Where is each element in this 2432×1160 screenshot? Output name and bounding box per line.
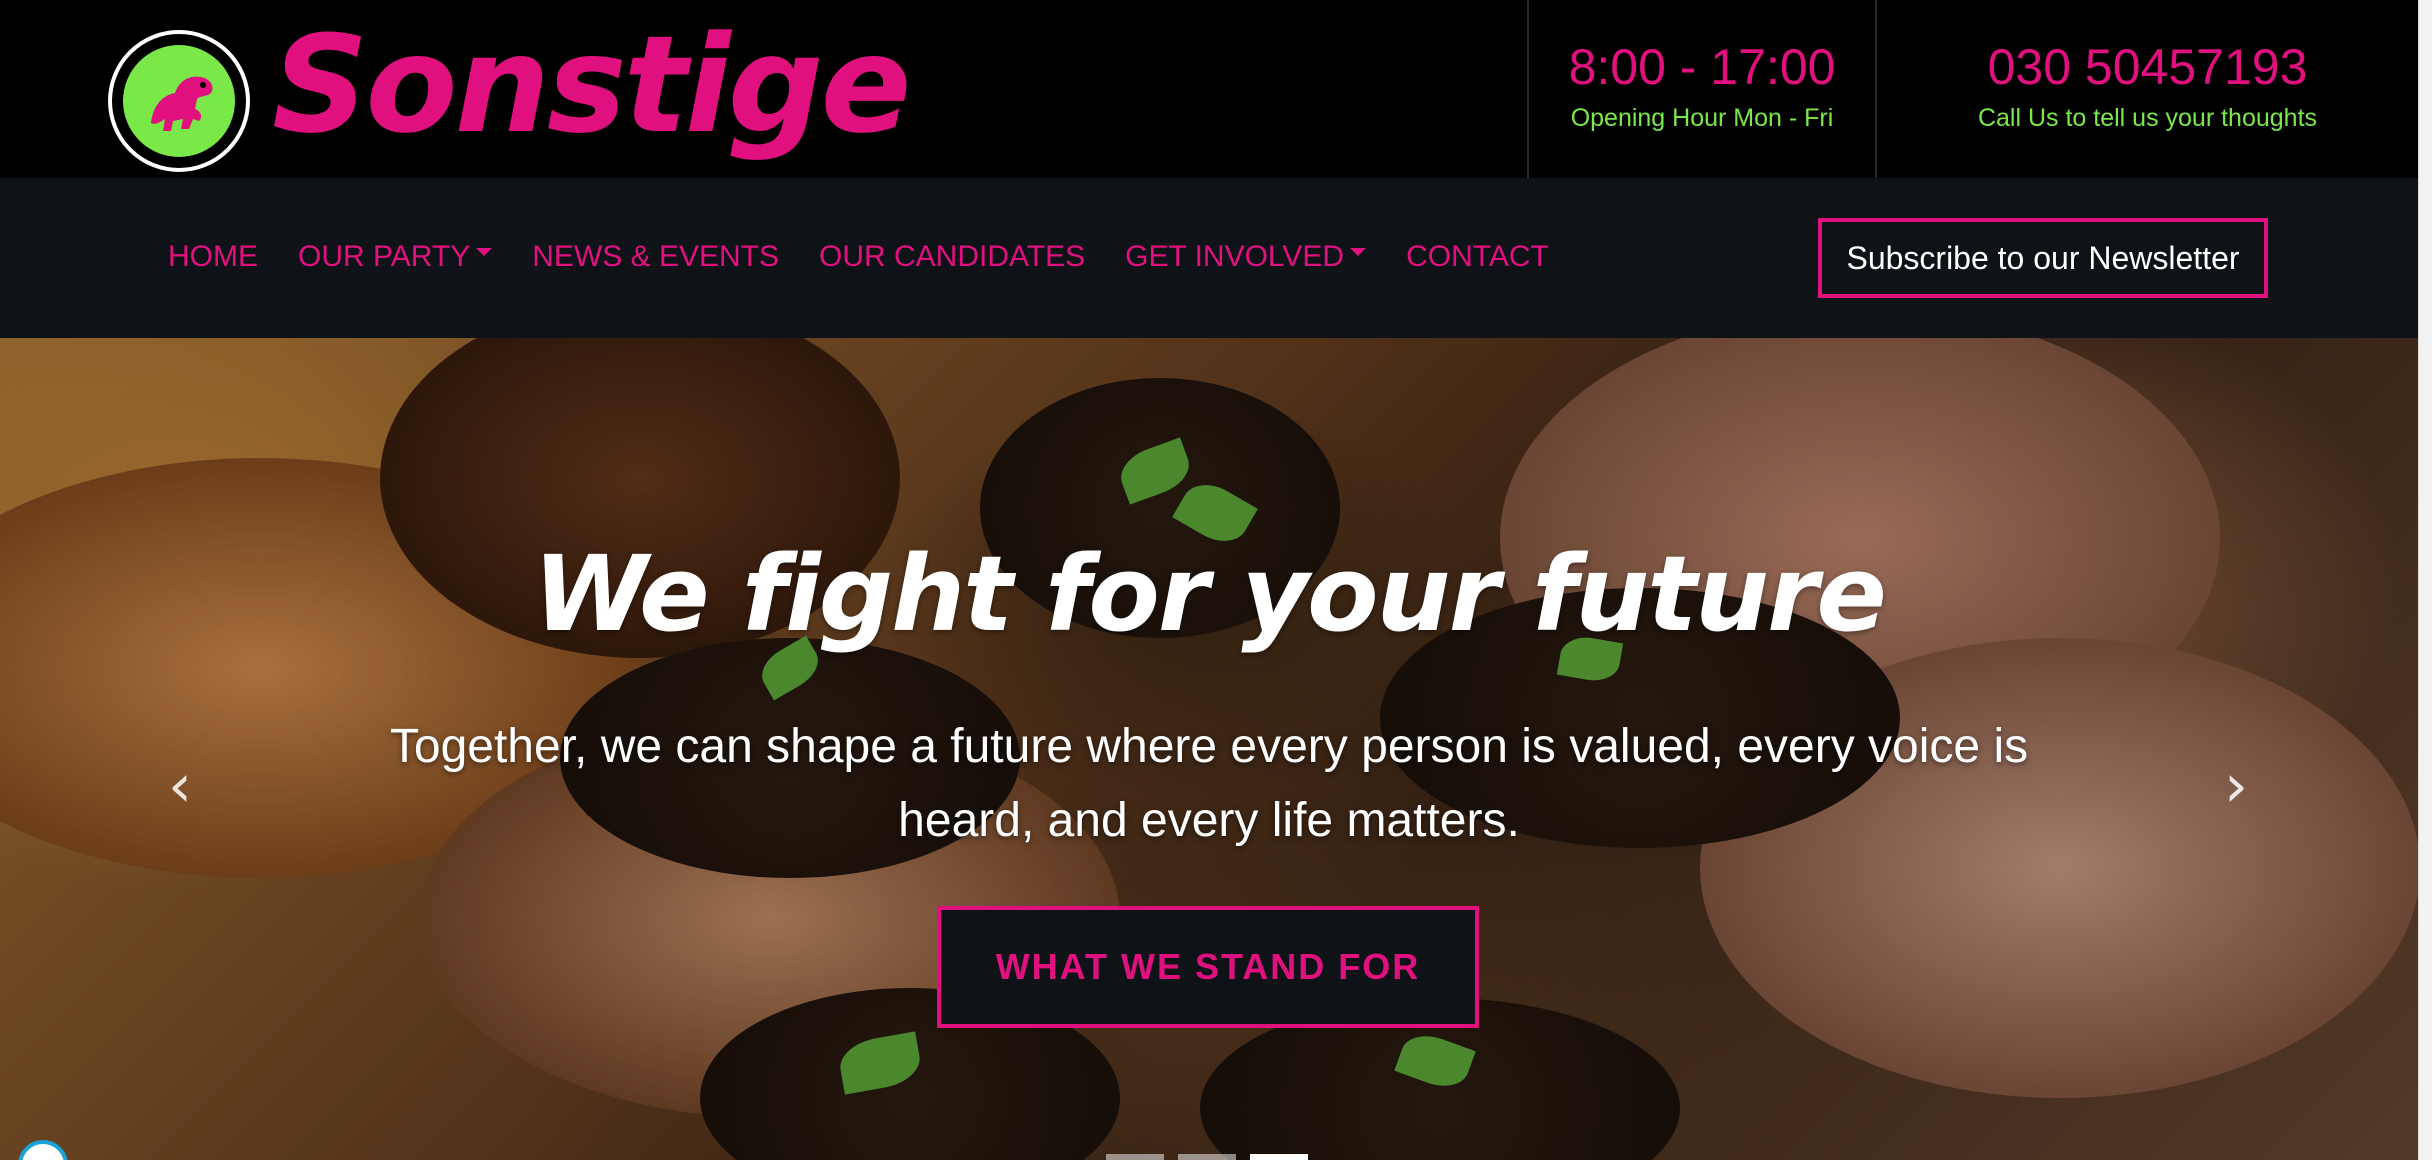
subscribe-newsletter-button[interactable]: Subscribe to our Newsletter bbox=[1818, 218, 2268, 298]
nav-item-label: OUR CANDIDATES bbox=[818, 240, 1086, 273]
top-header: Sonstige 8:00 - 17:00 Opening Hour Mon -… bbox=[0, 0, 2418, 178]
phone-number[interactable]: 030 50457193 bbox=[1877, 38, 2418, 96]
brand-name[interactable]: Sonstige bbox=[272, 18, 912, 152]
opening-hours: 8:00 - 17:00 Opening Hour Mon - Fri bbox=[1527, 0, 1875, 178]
carousel-indicators bbox=[1106, 1154, 1322, 1160]
nav-item-home[interactable]: HOME bbox=[168, 240, 258, 274]
phone-caption: Call Us to tell us your thoughts bbox=[1977, 104, 2318, 132]
nav-item-news-events[interactable]: NEWS & EVENTS bbox=[532, 240, 779, 274]
nav-item-contact[interactable]: CONTACT bbox=[1406, 240, 1549, 274]
hero-carousel: We fight for your future Together, we ca… bbox=[0, 338, 2418, 1160]
hero-title: We fight for your future bbox=[533, 533, 1887, 655]
opening-hours-value: 8:00 - 17:00 bbox=[1568, 39, 1836, 95]
page-scrollbar[interactable] bbox=[2418, 0, 2432, 1160]
chevron-left-icon: ‹ bbox=[168, 751, 192, 821]
caret-down-icon bbox=[1350, 248, 1367, 256]
carousel-prev-button[interactable]: ‹ bbox=[156, 756, 204, 816]
nav-item-label: HOME bbox=[168, 240, 258, 273]
nav-item-our-candidates[interactable]: OUR CANDIDATES bbox=[819, 240, 1085, 274]
main-navigation: HOME OUR PARTY NEWS & EVENTS OUR CANDIDA… bbox=[0, 178, 2418, 338]
nav-item-get-involved[interactable]: GET INVOLVED bbox=[1125, 240, 1367, 274]
logo[interactable] bbox=[108, 30, 250, 172]
nav-item-label: GET INVOLVED bbox=[1125, 240, 1345, 273]
nav-item-our-party[interactable]: OUR PARTY bbox=[298, 240, 493, 274]
carousel-indicator[interactable] bbox=[1178, 1154, 1236, 1160]
what-we-stand-for-button[interactable]: WHAT WE STAND FOR bbox=[937, 906, 1479, 1028]
carousel-indicator-active[interactable] bbox=[1250, 1154, 1308, 1160]
caret-down-icon bbox=[476, 248, 493, 256]
hero-subtitle: Together, we can shape a future where ev… bbox=[389, 720, 2029, 847]
chevron-right-icon: › bbox=[2224, 751, 2248, 821]
nav-item-label: NEWS & EVENTS bbox=[532, 240, 779, 273]
nav-item-label: OUR PARTY bbox=[298, 240, 471, 273]
carousel-next-button[interactable]: › bbox=[2212, 756, 2260, 816]
nav-item-label: CONTACT bbox=[1406, 240, 1549, 273]
carousel-indicator[interactable] bbox=[1106, 1154, 1164, 1160]
nav-menu: HOME OUR PARTY NEWS & EVENTS OUR CANDIDA… bbox=[168, 240, 1589, 274]
dinosaur-icon bbox=[123, 45, 235, 157]
opening-hours-caption: Opening Hour Mon - Fri bbox=[1570, 104, 1834, 132]
phone-contact: 030 50457193 Call Us to tell us your tho… bbox=[1875, 0, 2418, 178]
